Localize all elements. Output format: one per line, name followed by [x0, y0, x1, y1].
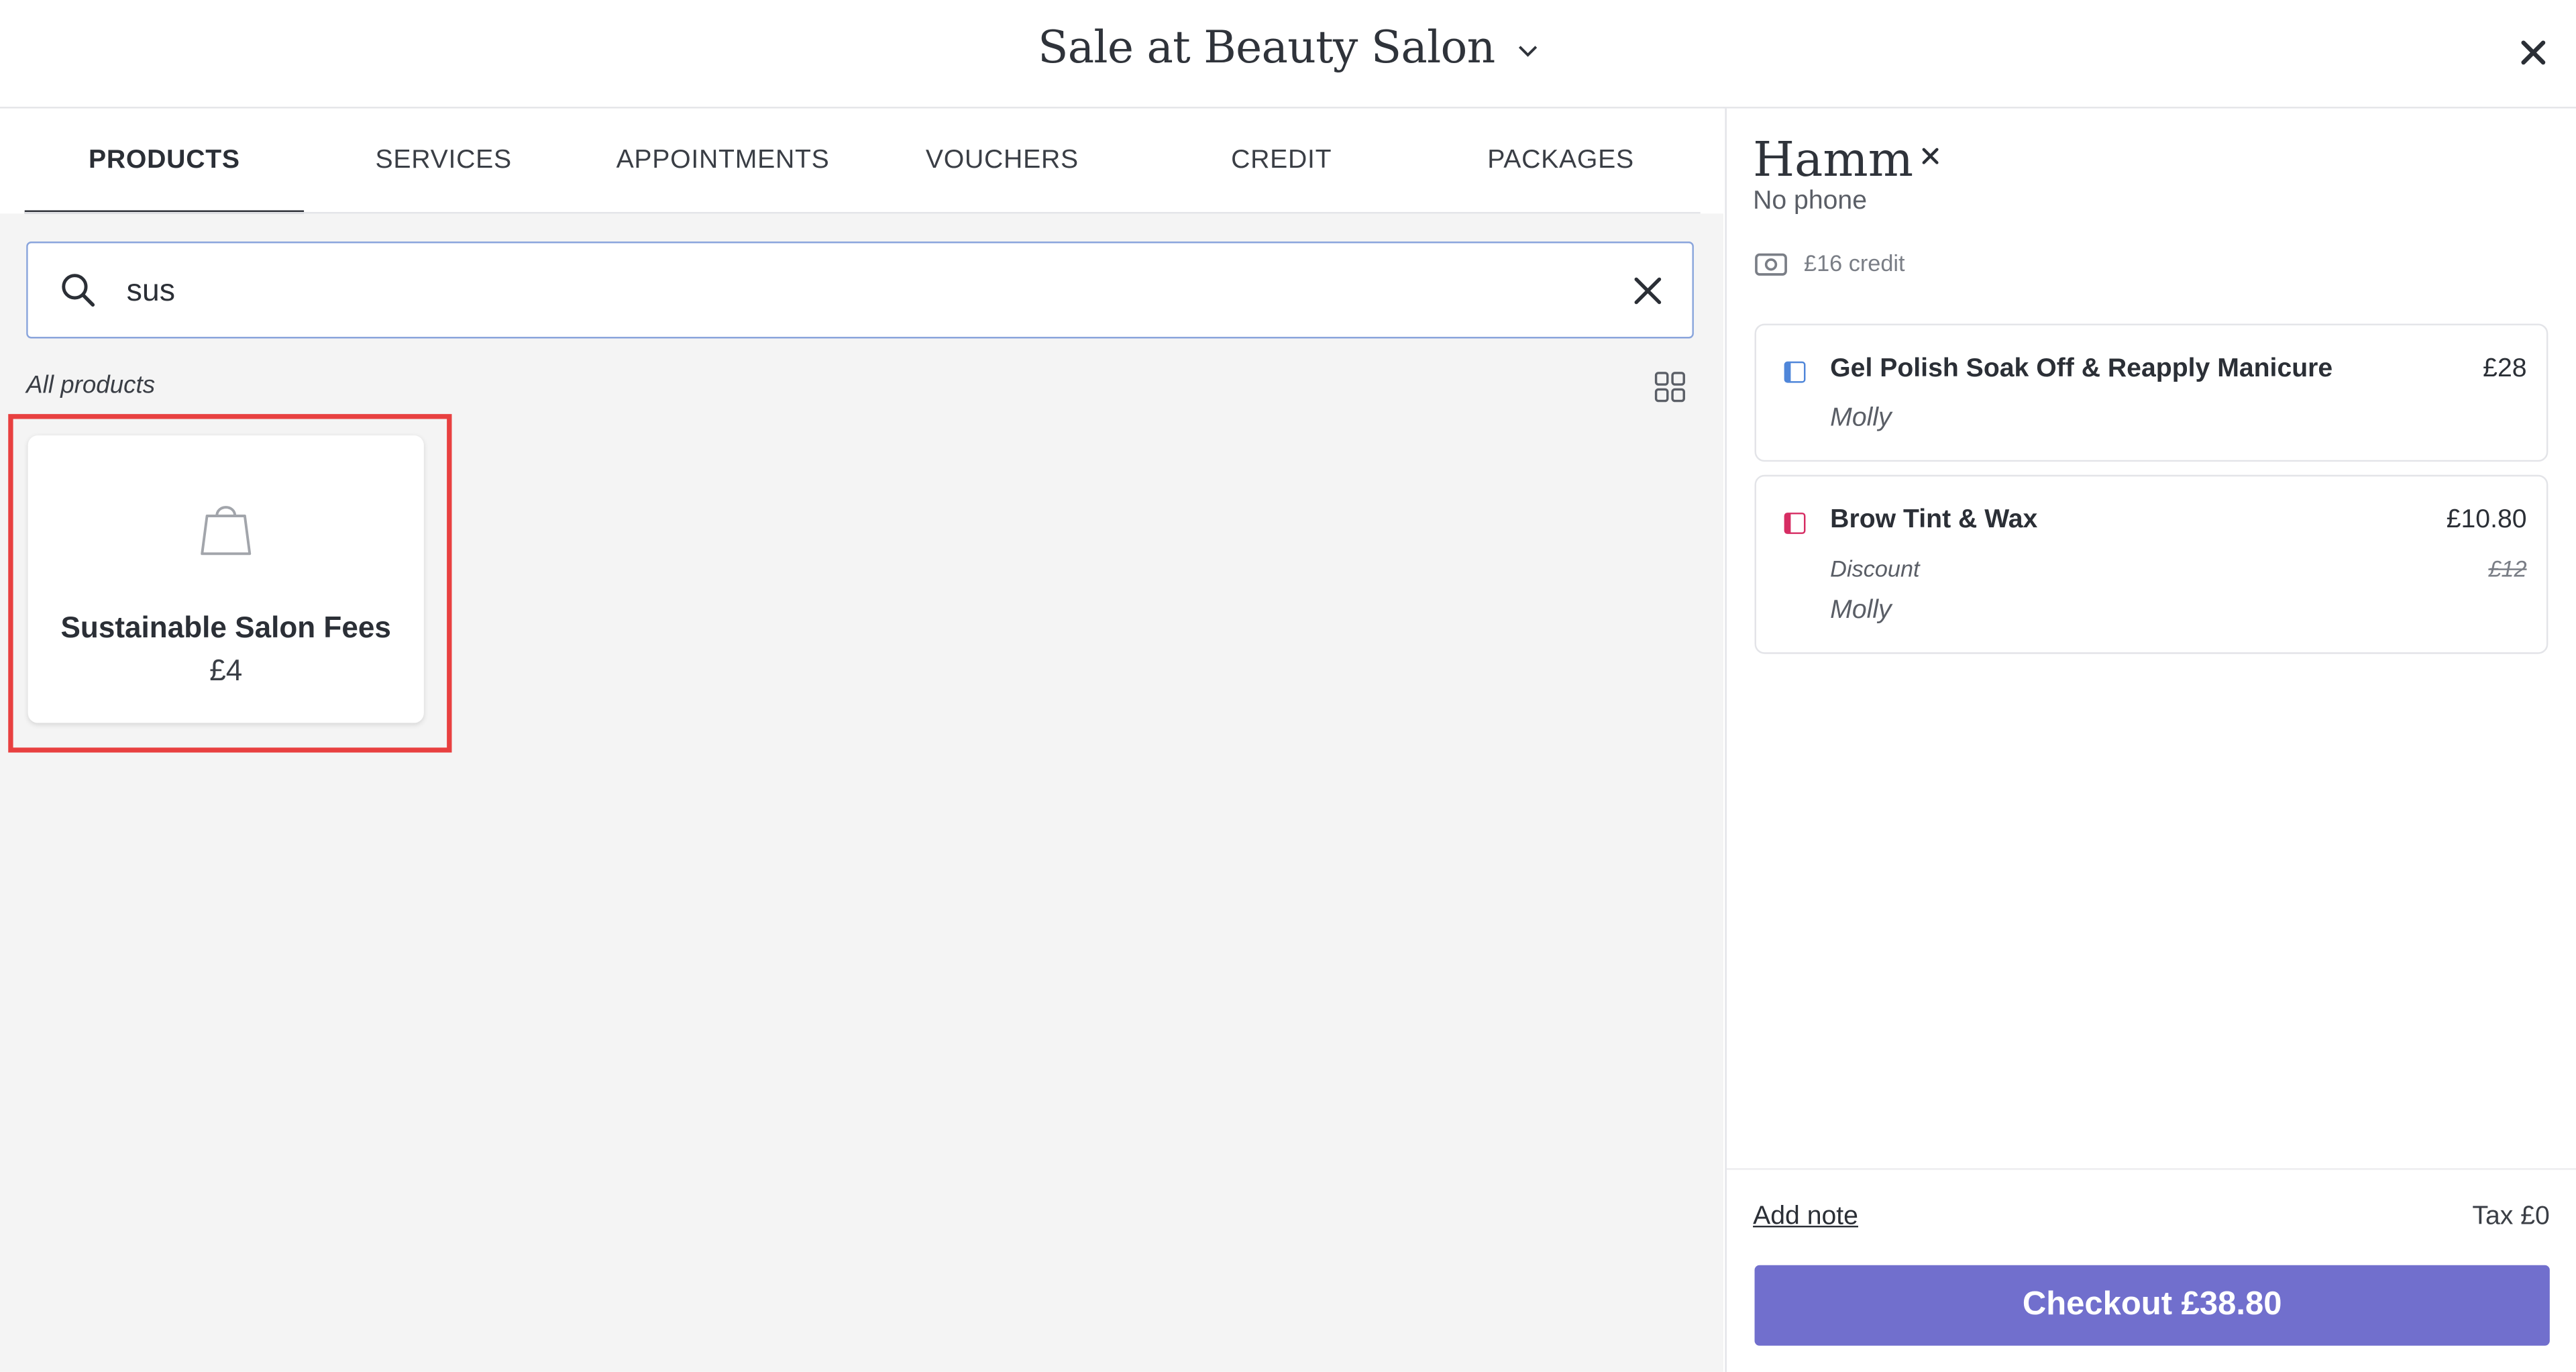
tab-packages[interactable]: PACKAGES	[1421, 109, 1700, 214]
client-phone: No phone	[1753, 187, 1868, 215]
close-icon[interactable]	[2515, 34, 2551, 70]
tabs-divider	[24, 211, 1701, 214]
grid-view-icon[interactable]	[1654, 371, 1686, 411]
product-card[interactable]: Sustainable Salon Fees £4	[28, 435, 424, 723]
chevron-down-icon	[1518, 18, 1538, 69]
tab-credit[interactable]: CREDIT	[1142, 109, 1421, 214]
remove-client-icon[interactable]	[1919, 145, 1941, 176]
cart-item[interactable]: Brow Tint & Wax £10.80 Discount £12 Moll…	[1754, 474, 2548, 654]
category-tabs: PRODUCTS SERVICES APPOINTMENTS VOUCHERS …	[0, 108, 1724, 214]
sale-dialog: Sale at Beauty Salon PRODUCTS SERVICES A…	[0, 0, 2576, 1372]
cart-item-name: Brow Tint & Wax	[1830, 506, 2038, 534]
tab-appointments[interactable]: APPOINTMENTS	[583, 109, 862, 214]
section-label: All products	[26, 371, 156, 400]
cart-item-name: Gel Polish Soak Off & Reapply Manicure	[1830, 354, 2333, 383]
tab-services[interactable]: SERVICES	[304, 109, 583, 214]
discount-label: Discount	[1830, 555, 1920, 582]
catalog-panel: PRODUCTS SERVICES APPOINTMENTS VOUCHERS …	[0, 108, 1724, 1372]
cart-item-price: £28	[2483, 354, 2527, 383]
cart-item[interactable]: Gel Polish Soak Off & Reapply Manicure £…	[1754, 323, 2548, 462]
cart-item-price: £10.80	[2446, 506, 2527, 534]
tab-products[interactable]: PRODUCTS	[24, 109, 305, 214]
cart-panel: Hamm No phone £16 credit Gel Polish Soak…	[1725, 108, 2576, 1372]
location-dropdown[interactable]: Sale at Beauty Salon	[0, 23, 2576, 74]
add-note-link[interactable]: Add note	[1753, 1203, 1858, 1232]
product-name: Sustainable Salon Fees	[60, 611, 391, 645]
cart-item-staff: Molly	[1830, 404, 1892, 433]
tab-vouchers[interactable]: VOUCHERS	[863, 109, 1142, 214]
search-box	[26, 242, 1694, 339]
service-color-tag	[1784, 513, 1806, 534]
clear-search-icon[interactable]	[1633, 276, 1662, 313]
shopping-bag-icon	[199, 498, 253, 565]
cash-icon	[1755, 253, 1788, 284]
product-price: £4	[209, 653, 243, 687]
footer-divider	[1726, 1168, 2576, 1170]
checkout-button[interactable]: Checkout £38.80	[1754, 1265, 2550, 1346]
header-bar: Sale at Beauty Salon	[0, 0, 2576, 109]
page-title: Sale at Beauty Salon	[1038, 23, 1495, 74]
search-input[interactable]	[123, 266, 1576, 319]
original-price: £12	[2488, 555, 2527, 582]
tax-total: Tax £0	[2472, 1202, 2550, 1231]
service-color-tag	[1784, 361, 1806, 383]
client-name: Hamm	[1753, 131, 1914, 188]
search-icon	[61, 273, 95, 316]
client-credit: £16 credit	[1804, 250, 1905, 276]
cart-item-staff: Molly	[1830, 596, 1892, 625]
